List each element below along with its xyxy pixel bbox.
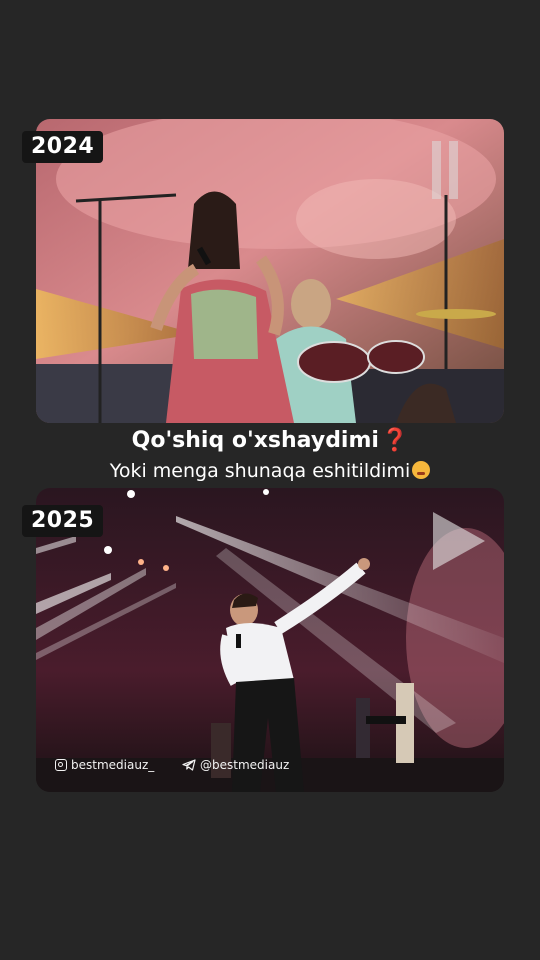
pause-icon[interactable] <box>432 141 458 199</box>
watermark-telegram-text: @bestmediauz <box>200 758 290 772</box>
watermark-telegram: @bestmediauz <box>182 758 289 772</box>
telegram-icon <box>182 759 196 771</box>
caption-subtitle: Yoki menga shunaqa eshitildimi <box>0 460 540 482</box>
question-mark-emoji: ❓ <box>380 428 409 453</box>
play-icon[interactable] <box>433 512 485 570</box>
year-badge-2024: 2024 <box>22 131 104 163</box>
caption-title: Qo'shiq o'xshaydimi❓ <box>0 428 540 453</box>
instagram-icon <box>55 759 67 771</box>
watermark-instagram: bestmediauz_ <box>55 758 154 772</box>
flushed-face-emoji-icon <box>412 461 431 479</box>
watermark-instagram-text: bestmediauz_ <box>71 758 155 772</box>
year-badge-2025: 2025 <box>22 505 104 537</box>
caption-title-text: Qo'shiq o'xshaydimi <box>131 428 379 453</box>
caption-subtitle-text: Yoki menga shunaqa eshitildimi <box>109 460 411 482</box>
